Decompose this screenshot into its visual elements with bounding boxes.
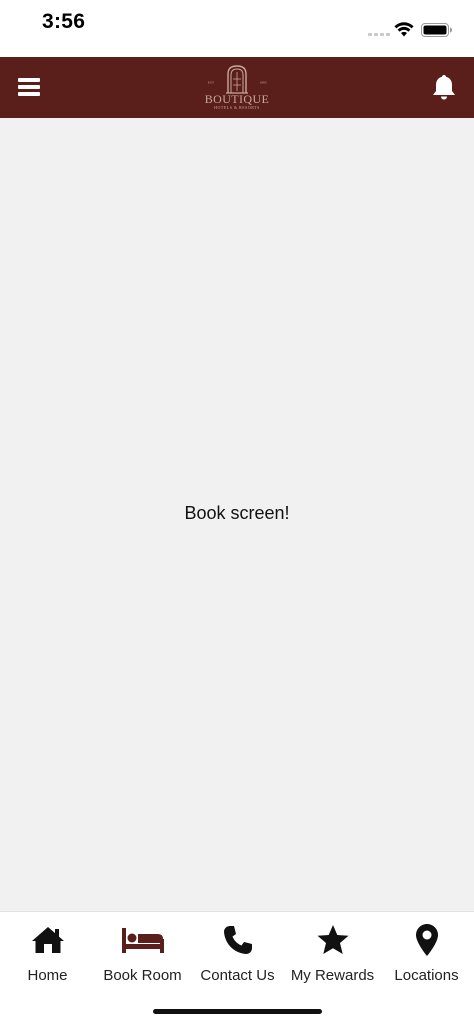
map-pin-icon	[415, 922, 439, 958]
tab-contact-us-label: Contact Us	[200, 967, 275, 984]
tab-book-room-label: Book Room	[103, 967, 182, 984]
status-bar: 3:56	[0, 0, 474, 57]
wifi-icon	[394, 22, 414, 37]
logo-subtext: HOTELS & RESORTS	[214, 105, 260, 110]
bottom-tab-bar: Home Book Room Contact Us My Rewards Loc…	[0, 911, 474, 1025]
boutique-logo: EST 1983 BOUTIQUE HOTELS & RESORTS	[198, 63, 276, 113]
star-icon	[316, 922, 350, 958]
cellular-signal-icon	[368, 33, 390, 37]
hamburger-menu-icon[interactable]	[18, 78, 40, 96]
logo-marks: EST 1983	[208, 81, 267, 85]
home-indicator[interactable]	[153, 1009, 322, 1014]
tab-home-label: Home	[27, 967, 68, 984]
notification-bell-icon[interactable]	[431, 73, 457, 101]
tab-my-rewards[interactable]: My Rewards	[285, 912, 380, 992]
battery-icon	[421, 23, 452, 37]
home-icon	[31, 922, 65, 958]
tab-my-rewards-label: My Rewards	[290, 967, 375, 984]
tab-locations[interactable]: Locations	[379, 912, 474, 992]
book-screen-content: Book screen!	[0, 118, 474, 911]
tab-book-room[interactable]: Book Room	[95, 912, 190, 992]
app-screen: 3:56 EST 1983 BOUTIQUE HOTELS & RESORTS …	[0, 0, 474, 1025]
bed-icon	[121, 922, 165, 958]
svg-text:EST: EST	[208, 81, 215, 85]
tab-locations-label: Locations	[394, 967, 459, 984]
svg-text:1983: 1983	[260, 81, 267, 85]
app-header: EST 1983 BOUTIQUE HOTELS & RESORTS	[0, 57, 474, 118]
logo-text: BOUTIQUE	[204, 92, 270, 106]
phone-icon	[223, 922, 253, 958]
tab-contact-us[interactable]: Contact Us	[190, 912, 285, 992]
tab-home[interactable]: Home	[0, 912, 95, 992]
status-time: 3:56	[42, 10, 86, 33]
book-screen-text: Book screen!	[184, 503, 290, 523]
